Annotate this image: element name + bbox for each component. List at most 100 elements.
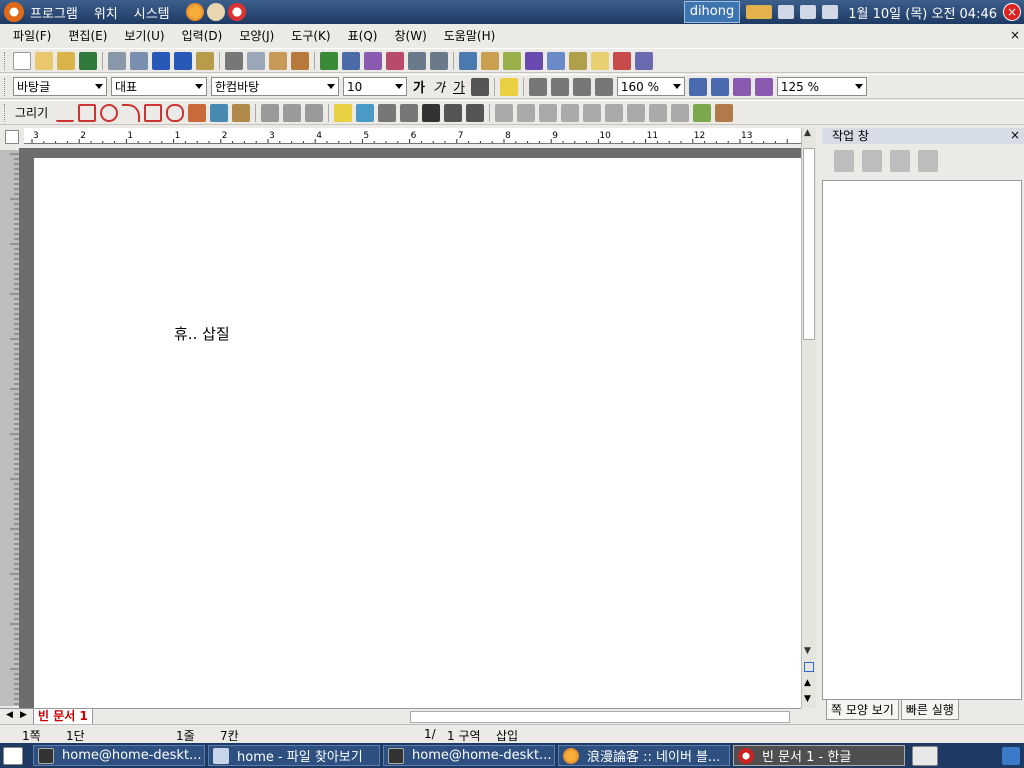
menu-table[interactable]: 표(Q) (348, 27, 378, 44)
shadow-icon[interactable] (539, 103, 558, 122)
status-mode[interactable]: 삽입 (496, 727, 518, 744)
open-folder-icon[interactable] (57, 51, 75, 70)
show-desktop-icon[interactable] (3, 746, 23, 765)
picture-effect-icon[interactable] (715, 103, 734, 122)
ungroup-icon[interactable] (305, 103, 324, 122)
redo-icon[interactable] (174, 51, 192, 70)
crop-icon[interactable] (671, 103, 690, 122)
select-object-icon[interactable] (261, 103, 280, 122)
input-method-icon[interactable] (912, 745, 938, 766)
delete-icon[interactable] (918, 150, 938, 172)
scroll-up-icon[interactable]: ▲ (804, 128, 811, 138)
new-document-icon[interactable] (13, 51, 31, 70)
bring-front-icon[interactable] (378, 103, 397, 122)
forward-icon[interactable] (862, 150, 882, 172)
task-terminal-1[interactable]: home@home-deskt... (33, 745, 205, 766)
menu-format[interactable]: 모양(J) (239, 27, 274, 44)
outdent-icon[interactable] (710, 77, 729, 96)
scroll-thumb[interactable] (803, 148, 815, 340)
columns-icon[interactable] (386, 51, 404, 70)
menu-edit[interactable]: 편집(E) (68, 27, 107, 44)
help-launcher-icon[interactable] (227, 3, 246, 21)
textbox-icon[interactable] (210, 103, 229, 122)
highlight-color-icon[interactable] (499, 77, 518, 96)
horizontal-scrollbar[interactable] (410, 711, 790, 723)
format-painter-icon[interactable] (291, 51, 309, 70)
curve-icon[interactable] (166, 103, 185, 122)
tab-quick-run[interactable]: 빠른 실행 (900, 699, 959, 720)
menu-file[interactable]: 파일(F) (13, 27, 51, 44)
distribute-icon[interactable] (517, 103, 536, 122)
toolbar-grip[interactable] (4, 77, 7, 96)
scroll-down-icon[interactable]: ▼ (804, 646, 811, 656)
volume-icon[interactable] (822, 5, 839, 19)
clock[interactable]: 1월 10일 (목) 오전 04:46 (848, 3, 997, 22)
italic-button[interactable]: 가 (433, 77, 445, 96)
line-spacing-select[interactable]: 160 % (616, 77, 685, 96)
language-select[interactable]: 대표 (111, 77, 207, 96)
font-select[interactable]: 한컴바탕 (211, 77, 339, 96)
back-icon[interactable] (834, 150, 854, 172)
firefox-launcher-icon[interactable] (185, 3, 204, 21)
copy-icon[interactable] (247, 51, 265, 70)
toolbar-grip[interactable] (4, 51, 7, 70)
toolbar-grip[interactable] (4, 103, 7, 122)
ubuntu-logo-icon[interactable] (4, 2, 24, 22)
document-page[interactable] (34, 158, 801, 708)
tab-prev-icon[interactable]: ◀ (6, 710, 13, 720)
pen-icon[interactable] (188, 103, 207, 122)
line-style-icon[interactable] (444, 103, 463, 122)
align-objects-icon[interactable] (495, 103, 514, 122)
align-justify-icon[interactable] (528, 77, 547, 96)
task-terminal-2[interactable]: home@home-deskt... (383, 745, 555, 766)
screen-icon[interactable] (635, 51, 653, 70)
find-icon[interactable] (196, 51, 214, 70)
menu-system[interactable]: 시스템 (134, 3, 170, 22)
align-right-icon[interactable] (594, 77, 613, 96)
fill-color-icon[interactable] (356, 103, 375, 122)
group-icon[interactable] (283, 103, 302, 122)
picture-icon[interactable] (459, 51, 477, 70)
style-select[interactable]: 바탕글 (13, 77, 107, 96)
close-document-icon[interactable]: × (1010, 28, 1020, 42)
ruler-corner-button[interactable] (5, 130, 19, 144)
rotate-icon[interactable] (583, 103, 602, 122)
order-icon[interactable] (649, 103, 668, 122)
keyboard-icon[interactable] (778, 5, 795, 19)
drawing-menu[interactable]: 그리기 (15, 104, 48, 121)
formula-icon[interactable] (525, 51, 543, 70)
editor-launcher-icon[interactable] (206, 3, 225, 21)
paste-icon[interactable] (269, 51, 287, 70)
paragraph-icon[interactable] (342, 51, 360, 70)
superscript-icon[interactable] (470, 77, 489, 96)
tab-page-view[interactable]: 쪽 모양 보기 (826, 699, 899, 720)
task-pane-close-icon[interactable]: × (1010, 128, 1020, 142)
menu-applications[interactable]: 프로그램 (30, 3, 78, 22)
user-indicator[interactable]: dihong (683, 1, 741, 23)
undo-icon[interactable] (152, 51, 170, 70)
menu-places[interactable]: 위치 (94, 3, 118, 22)
save-icon[interactable] (79, 51, 97, 70)
arc-icon[interactable] (122, 103, 141, 122)
task-firefox[interactable]: 浪漫論客 :: 네이버 블... (558, 745, 730, 766)
polygon-icon[interactable] (144, 103, 163, 122)
flip-icon[interactable] (605, 103, 624, 122)
next-page-icon[interactable]: ▼ (804, 694, 811, 704)
zoom-select[interactable]: 125 % (776, 77, 867, 96)
shape-icon[interactable] (408, 51, 426, 70)
menu-window[interactable]: 창(W) (394, 27, 426, 44)
mirror-icon[interactable] (627, 103, 646, 122)
task-hangul[interactable]: 빈 문서 1 - 한글 (733, 745, 905, 766)
trash-icon[interactable] (1002, 746, 1020, 765)
line-width-icon[interactable] (422, 103, 441, 122)
open-icon[interactable] (35, 51, 53, 70)
bold-button[interactable]: 가 (413, 77, 425, 96)
document-tab[interactable]: 빈 문서 1 (33, 709, 93, 725)
numbering-icon[interactable] (732, 77, 751, 96)
chart-icon[interactable] (503, 51, 521, 70)
logout-icon[interactable]: × (1003, 3, 1021, 21)
bullets-icon[interactable] (754, 77, 773, 96)
refresh-icon[interactable] (890, 150, 910, 172)
vertical-scrollbar[interactable]: ▲ ▼ ▲ ▼ (801, 128, 816, 708)
connector-icon[interactable] (693, 103, 712, 122)
